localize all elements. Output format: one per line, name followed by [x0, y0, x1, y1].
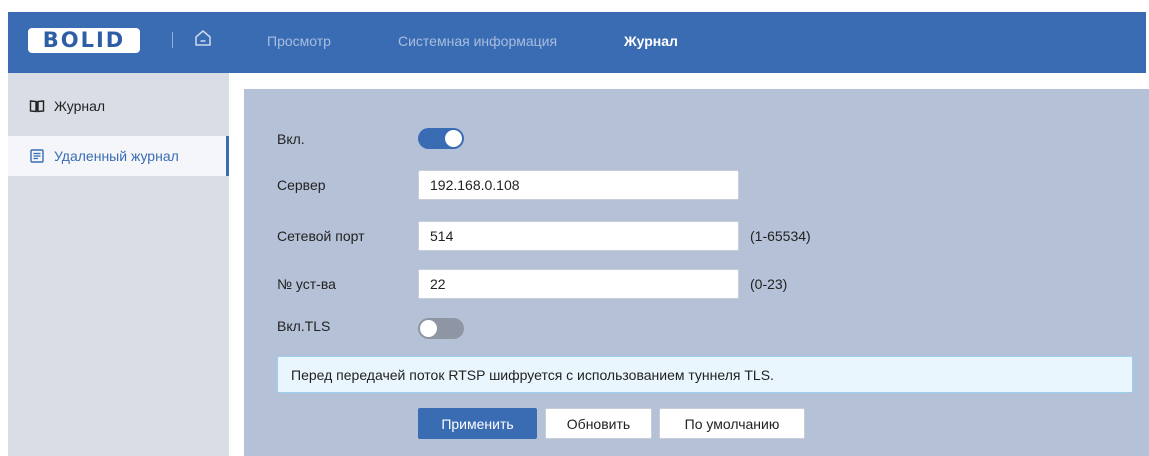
sidebar-item-log[interactable]: Журнал [8, 86, 229, 126]
device-range-hint: (0-23) [750, 276, 788, 292]
sidebar-item-label: Удаленный журнал [54, 148, 179, 164]
nav-tab-system-info[interactable]: Системная информация [398, 33, 557, 49]
top-navigation-bar: BOLID Просмотр Системная информация Журн… [8, 12, 1146, 73]
port-label: Сетевой порт [277, 228, 365, 244]
default-button[interactable]: По умолчанию [659, 408, 805, 439]
toggle-knob [445, 130, 462, 147]
port-input[interactable] [418, 221, 739, 251]
sidebar-item-remote-log[interactable]: Удаленный журнал [8, 136, 229, 176]
refresh-button[interactable]: Обновить [545, 408, 652, 439]
tls-info-notice: Перед передачей поток RTSP шифруется с и… [277, 356, 1133, 393]
device-number-label: № уст-ва [277, 276, 336, 292]
port-range-hint: (1-65534) [750, 228, 811, 244]
sidebar-item-label: Журнал [54, 98, 106, 114]
header-divider [172, 32, 173, 48]
apply-button[interactable]: Применить [418, 408, 537, 439]
device-number-input[interactable] [418, 269, 739, 299]
tls-label: Вкл.TLS [277, 318, 331, 334]
server-label: Сервер [277, 177, 326, 193]
home-icon[interactable] [193, 28, 213, 48]
enable-label: Вкл. [277, 131, 305, 147]
tls-toggle[interactable] [418, 318, 464, 339]
book-icon [29, 98, 45, 114]
enable-toggle[interactable] [418, 128, 464, 149]
remote-log-icon [29, 148, 45, 164]
nav-tab-live-view[interactable]: Просмотр [267, 33, 331, 49]
bolid-logo: BOLID [28, 28, 140, 53]
toggle-knob [420, 320, 437, 337]
logo-text: BOLID [42, 28, 126, 52]
sidebar: Журнал Удаленный журнал [8, 73, 229, 456]
nav-tab-log[interactable]: Журнал [624, 33, 678, 49]
server-input[interactable] [418, 170, 739, 200]
